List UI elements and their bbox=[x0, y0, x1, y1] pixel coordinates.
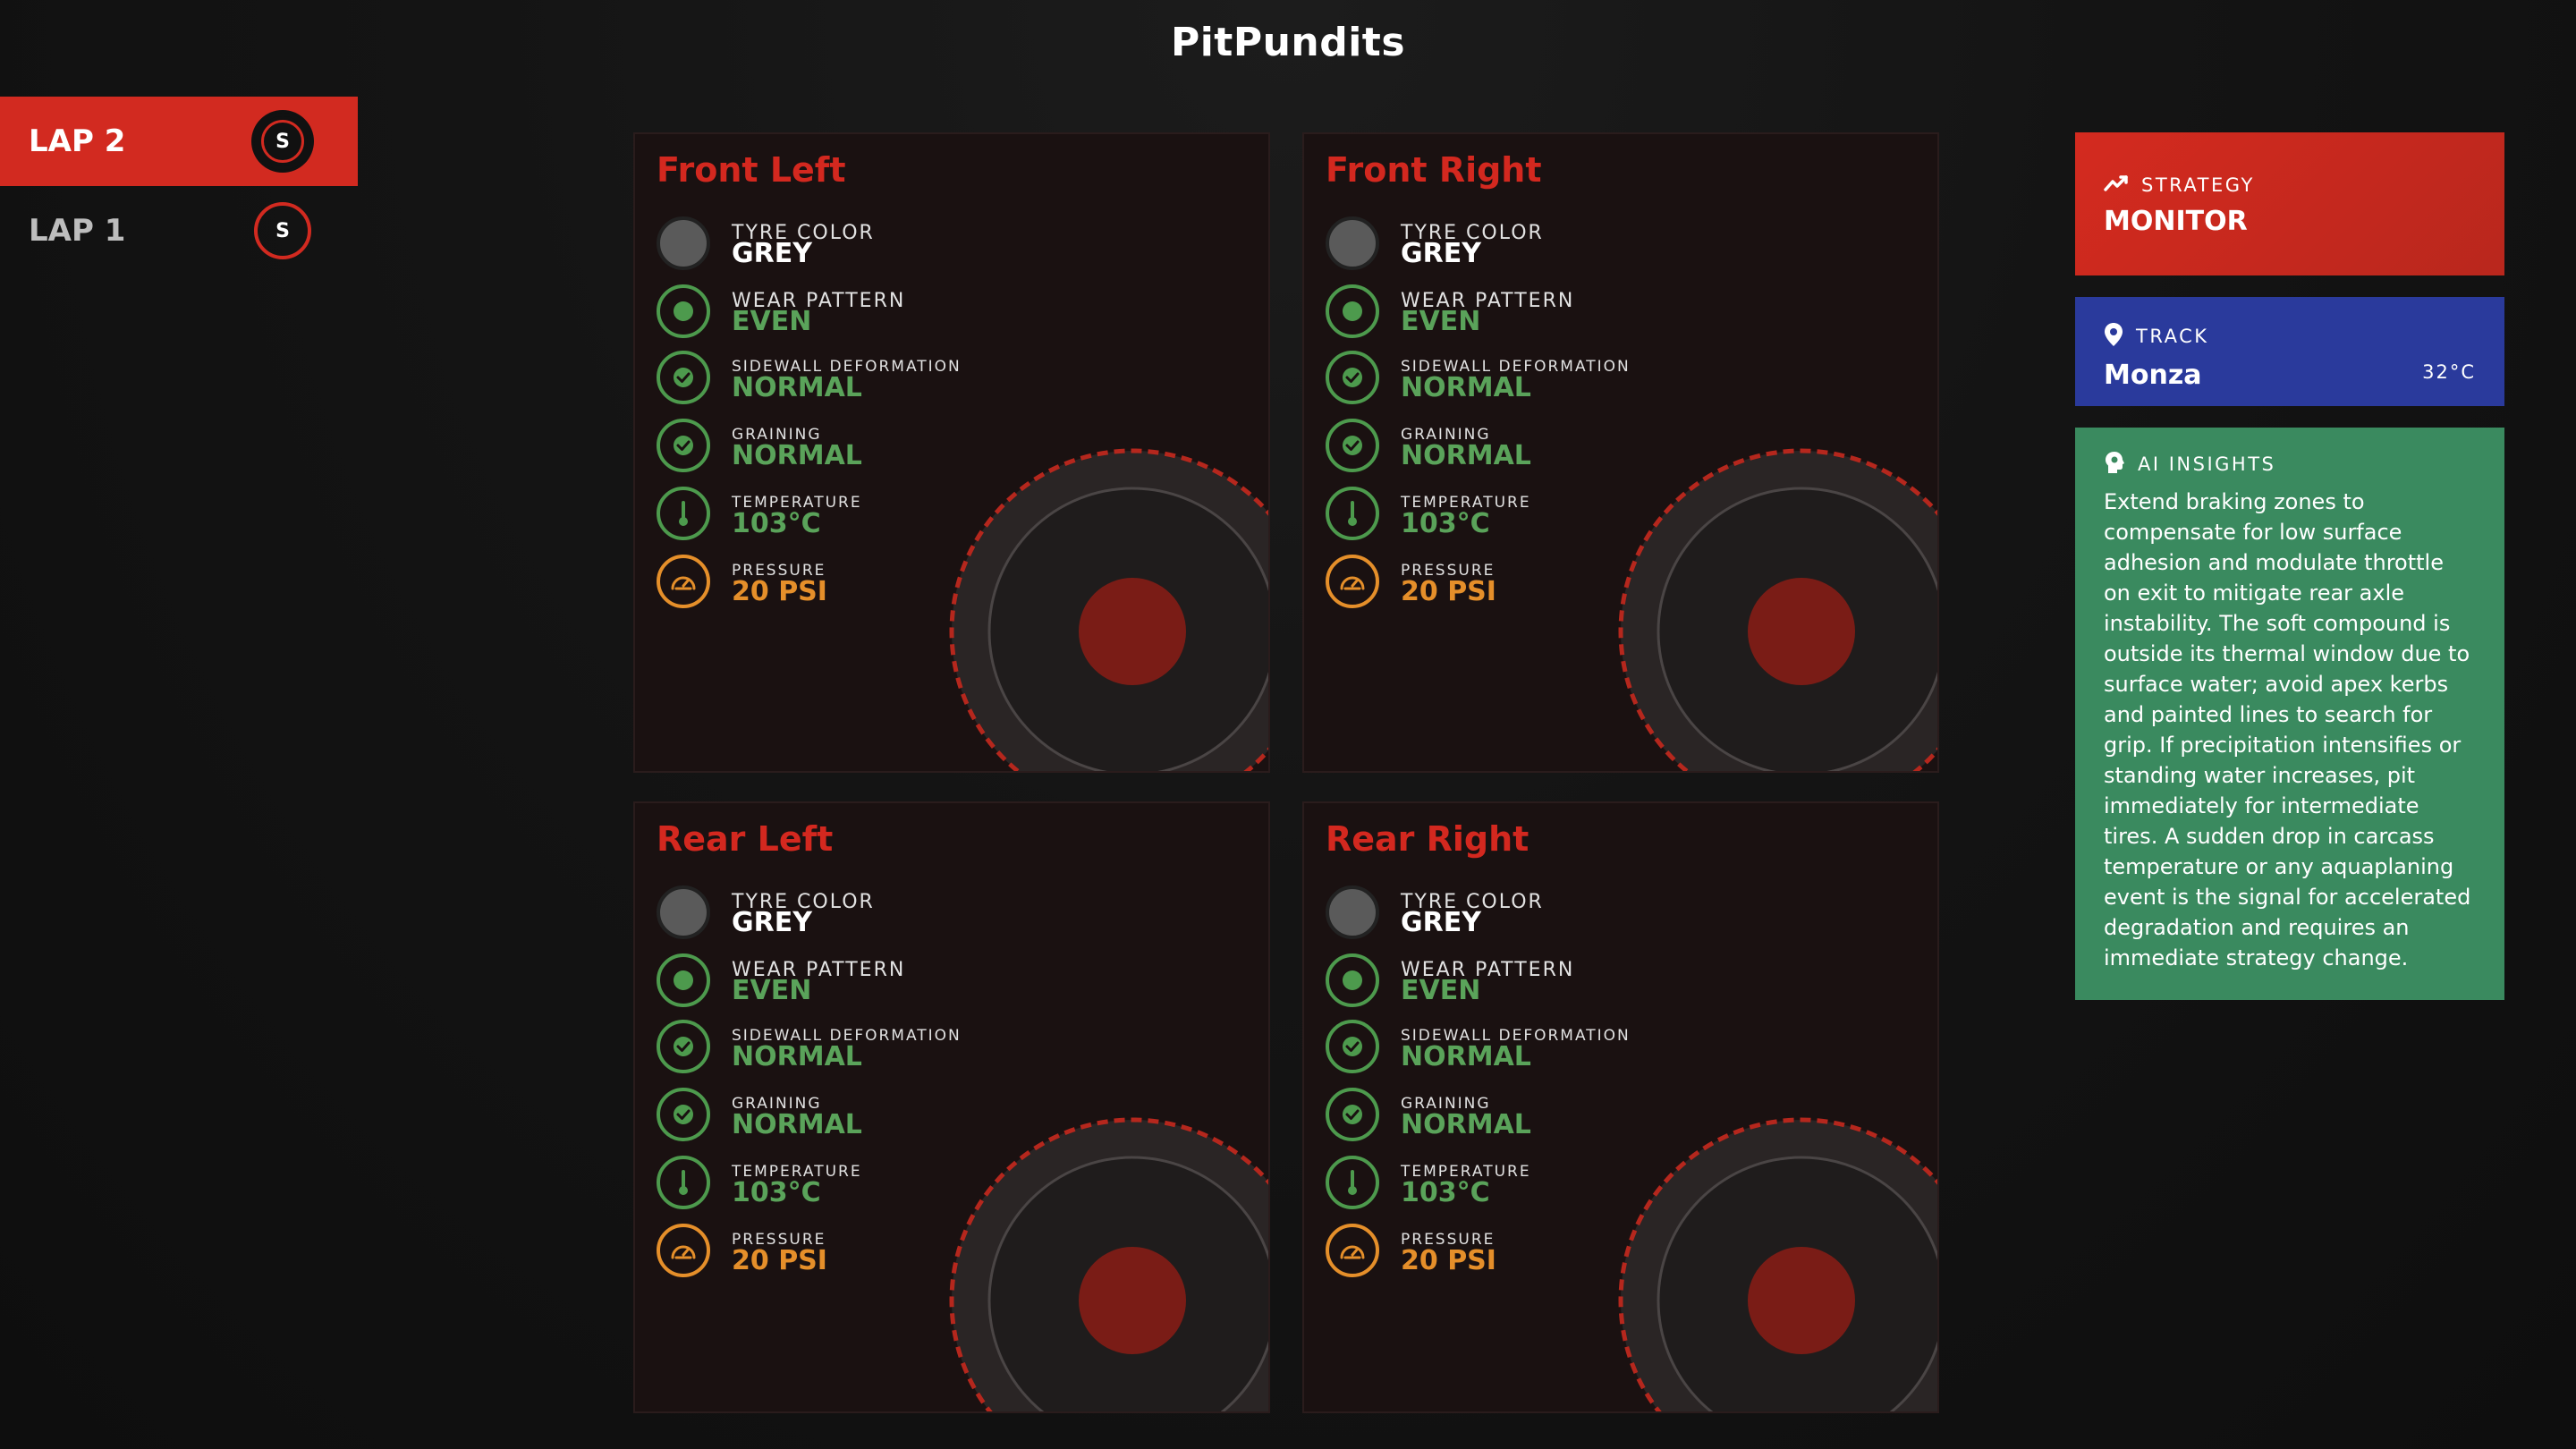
track-value: Monza bbox=[2104, 360, 2202, 391]
lap-item-1[interactable]: LAP 1 S bbox=[0, 186, 358, 275]
grey-dot-icon bbox=[1326, 886, 1379, 939]
tyre-stat-row: TYRE COLOR GREY bbox=[657, 215, 1032, 272]
tyre-card-title: Front Left bbox=[657, 150, 846, 190]
tyre-stat-row: SIDEWALL DEFORMATION NORMAL bbox=[1326, 349, 1701, 406]
stat-value: 20 PSI bbox=[1401, 1245, 1496, 1276]
ai-insights-text: Extend braking zones to compensate for l… bbox=[2104, 489, 2471, 970]
tyre-card-title: Front Right bbox=[1326, 150, 1542, 190]
check-circle-icon bbox=[657, 1020, 710, 1073]
wear-dot-icon bbox=[657, 284, 710, 338]
stat-value: 103°C bbox=[1401, 508, 1490, 539]
strategy-label: STRATEGY bbox=[2141, 174, 2255, 196]
grey-dot-icon bbox=[1326, 216, 1379, 270]
stat-value: NORMAL bbox=[732, 372, 862, 403]
stat-value: EVEN bbox=[732, 975, 812, 1006]
check-circle-icon bbox=[1326, 1020, 1379, 1073]
stat-value: EVEN bbox=[1401, 306, 1481, 337]
gauge-icon bbox=[657, 555, 710, 608]
gauge-icon bbox=[657, 1224, 710, 1277]
check-circle-icon bbox=[657, 419, 710, 472]
tyre-diagram bbox=[949, 448, 1268, 771]
lap-label: LAP 1 bbox=[29, 213, 126, 249]
tyre-stat-row: WEAR PATTERN EVEN bbox=[657, 283, 1032, 340]
strategy-value: MONITOR bbox=[2104, 206, 2248, 237]
stat-value: EVEN bbox=[732, 306, 812, 337]
tyre-card-title: Rear Right bbox=[1326, 819, 1530, 859]
grey-dot-icon bbox=[657, 886, 710, 939]
tyre-stat-row: WEAR PATTERN EVEN bbox=[657, 952, 1032, 1009]
wear-dot-icon bbox=[657, 953, 710, 1007]
tyre-stat-row: TYRE COLOR GREY bbox=[657, 884, 1032, 941]
compound-letter: S bbox=[275, 219, 290, 242]
tyre-stat-row: WEAR PATTERN EVEN bbox=[1326, 952, 1701, 1009]
stat-value: NORMAL bbox=[1401, 1041, 1531, 1072]
stat-value: 103°C bbox=[1401, 1177, 1490, 1208]
tyre-card-title: Rear Left bbox=[657, 819, 834, 859]
tyre-card-rear-right: Rear Right TYRE COLOR GREY WEAR PATTERN EVEN… bbox=[1302, 801, 1939, 1413]
lap-label: LAP 2 bbox=[29, 123, 126, 159]
soft-compound-badge: S bbox=[254, 202, 311, 259]
stat-value: GREY bbox=[1401, 238, 1481, 269]
check-circle-icon bbox=[1326, 1088, 1379, 1141]
tyre-card-front-left: Front Left TYRE COLOR GREY WEAR PATTERN EVEN… bbox=[633, 132, 1270, 773]
tyre-stat-row: SIDEWALL DEFORMATION NORMAL bbox=[1326, 1018, 1701, 1075]
stat-value: 103°C bbox=[732, 508, 821, 539]
stat-value: NORMAL bbox=[732, 440, 862, 471]
trend-up-icon bbox=[2104, 174, 2129, 197]
tyre-diagram bbox=[949, 1117, 1268, 1411]
check-circle-icon bbox=[1326, 419, 1379, 472]
tyre-stat-row: TYRE COLOR GREY bbox=[1326, 884, 1701, 941]
brain-head-icon bbox=[2104, 451, 2125, 478]
thermometer-icon bbox=[657, 1156, 710, 1209]
check-circle-icon bbox=[657, 351, 710, 404]
stat-value: 20 PSI bbox=[732, 576, 827, 607]
track-label: TRACK bbox=[2136, 326, 2209, 347]
soft-compound-badge: S bbox=[254, 113, 311, 170]
stat-value: GREY bbox=[732, 907, 812, 938]
stat-value: EVEN bbox=[1401, 975, 1481, 1006]
check-circle-icon bbox=[1326, 351, 1379, 404]
ai-insights-label: AI INSIGHTS bbox=[2138, 453, 2276, 475]
tyre-diagram bbox=[1618, 1117, 1937, 1411]
lap-item-2[interactable]: LAP 2 S bbox=[0, 97, 358, 186]
track-panel: TRACK Monza 32°C bbox=[2075, 297, 2504, 406]
tyre-stat-row: SIDEWALL DEFORMATION NORMAL bbox=[657, 349, 1032, 406]
check-circle-icon bbox=[657, 1088, 710, 1141]
track-temperature: 32°C bbox=[2422, 361, 2476, 383]
stat-value: NORMAL bbox=[1401, 1109, 1531, 1140]
tyre-stat-row: TYRE COLOR GREY bbox=[1326, 215, 1701, 272]
gauge-icon bbox=[1326, 555, 1379, 608]
tyre-diagram bbox=[1618, 448, 1937, 771]
ai-insights-panel: AI INSIGHTS Extend braking zones to comp… bbox=[2075, 428, 2504, 1000]
stat-value: NORMAL bbox=[732, 1041, 862, 1072]
thermometer-icon bbox=[1326, 487, 1379, 540]
thermometer-icon bbox=[1326, 1156, 1379, 1209]
stat-value: NORMAL bbox=[732, 1109, 862, 1140]
stat-value: 20 PSI bbox=[732, 1245, 827, 1276]
tyre-stat-row: WEAR PATTERN EVEN bbox=[1326, 283, 1701, 340]
tyre-card-rear-left: Rear Left TYRE COLOR GREY WEAR PATTERN EVEN S… bbox=[633, 801, 1270, 1413]
strategy-panel: STRATEGY MONITOR bbox=[2075, 132, 2504, 275]
stat-value: NORMAL bbox=[1401, 440, 1531, 471]
tyre-stat-row: SIDEWALL DEFORMATION NORMAL bbox=[657, 1018, 1032, 1075]
app-title: PitPundits bbox=[1170, 20, 1406, 65]
stat-value: GREY bbox=[1401, 907, 1481, 938]
stat-value: NORMAL bbox=[1401, 372, 1531, 403]
gauge-icon bbox=[1326, 1224, 1379, 1277]
grey-dot-icon bbox=[657, 216, 710, 270]
tyre-card-front-right: Front Right TYRE COLOR GREY WEAR PATTERN EVE… bbox=[1302, 132, 1939, 773]
stat-value: 103°C bbox=[732, 1177, 821, 1208]
location-pin-icon bbox=[2104, 322, 2123, 351]
stat-value: GREY bbox=[732, 238, 812, 269]
compound-letter: S bbox=[275, 130, 290, 153]
stat-value: 20 PSI bbox=[1401, 576, 1496, 607]
wear-dot-icon bbox=[1326, 953, 1379, 1007]
wear-dot-icon bbox=[1326, 284, 1379, 338]
thermometer-icon bbox=[657, 487, 710, 540]
